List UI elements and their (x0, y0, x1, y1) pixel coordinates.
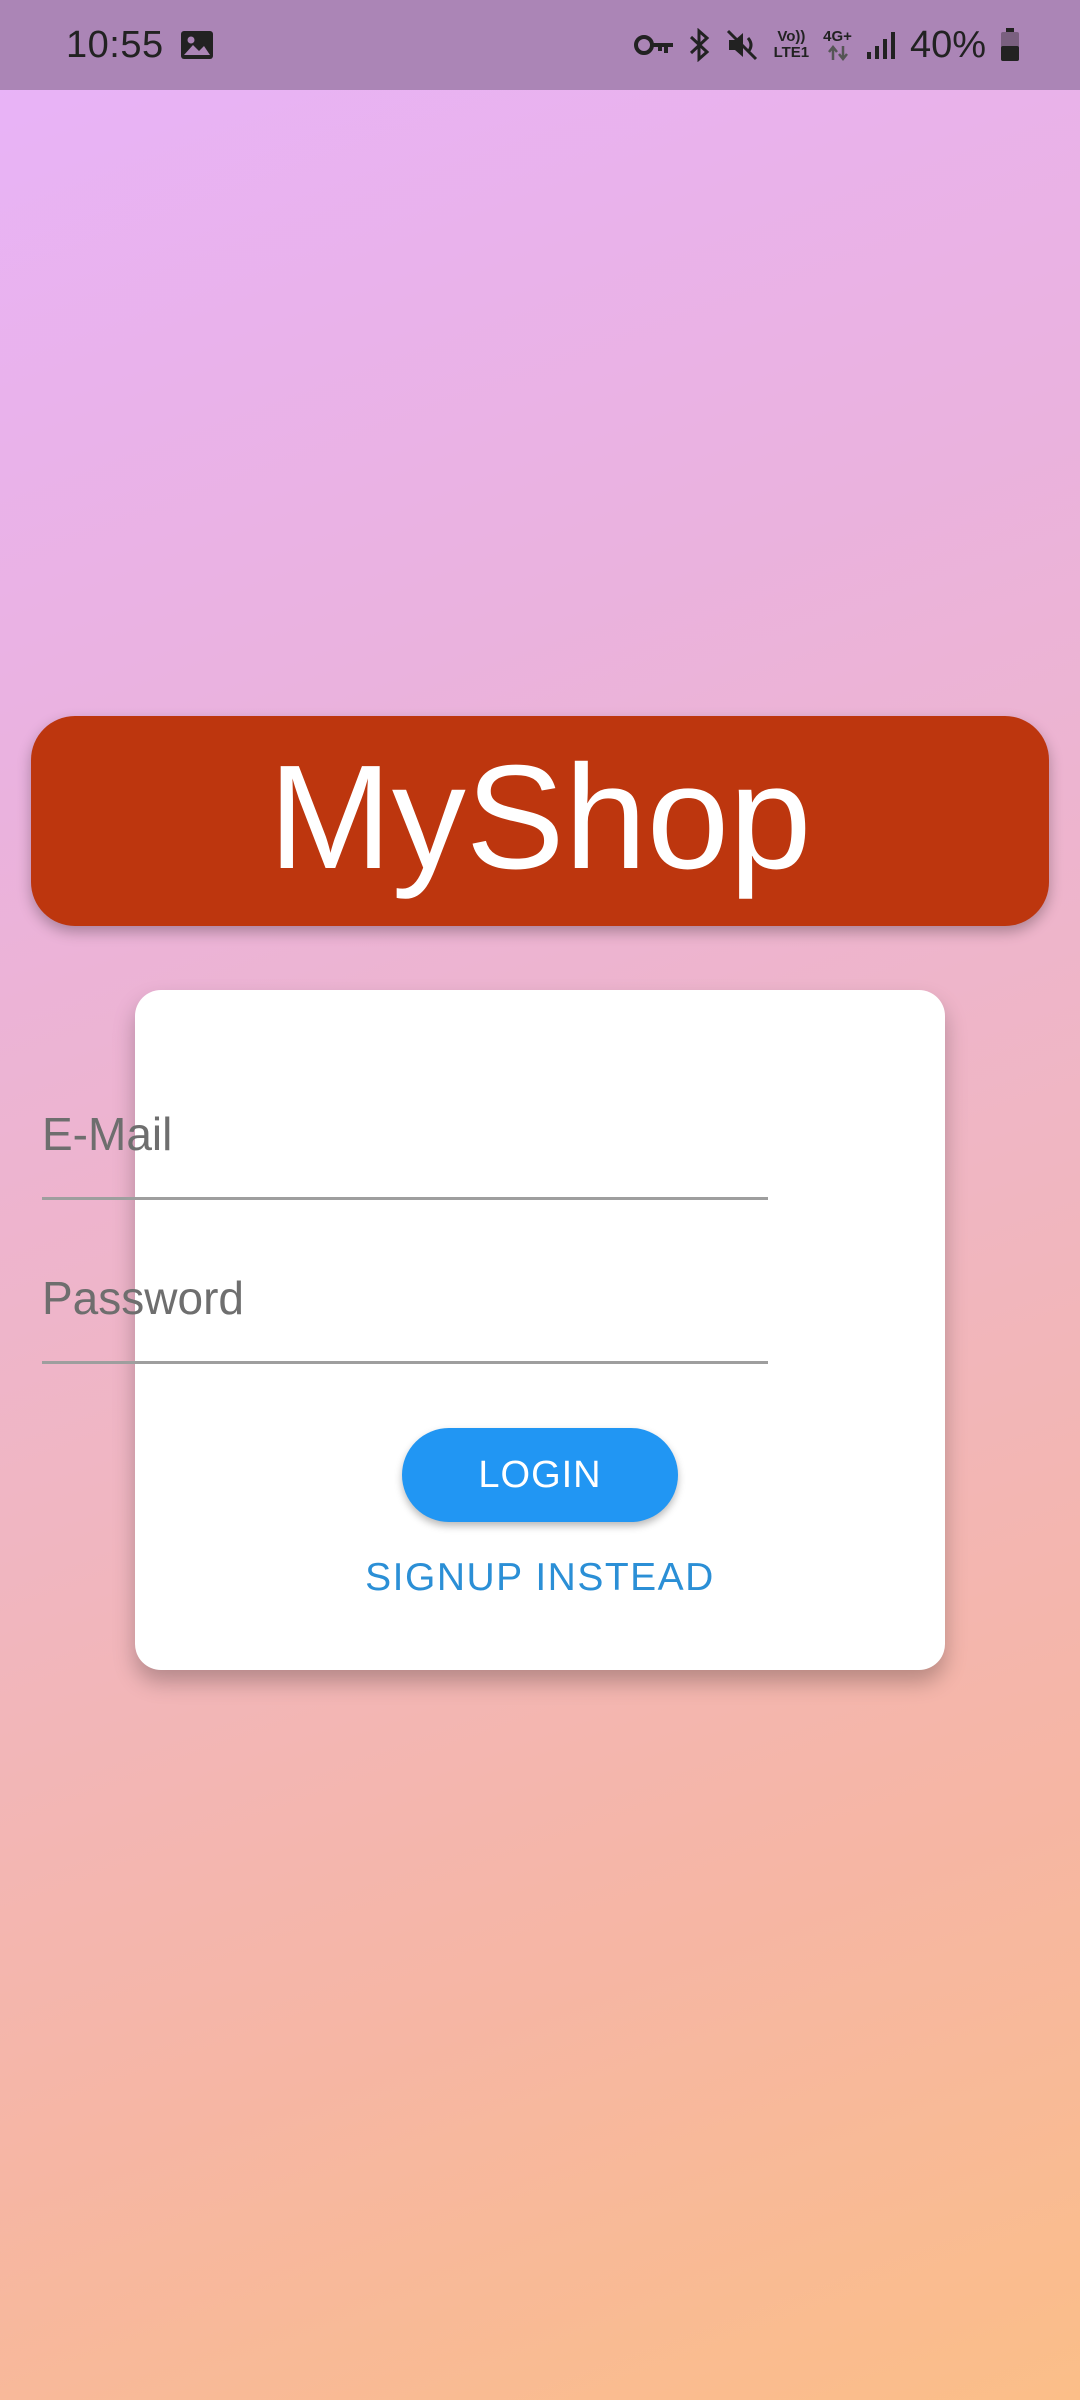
network-type-label: 4G+ (823, 28, 852, 45)
app-title: MyShop (268, 735, 812, 900)
image-icon (180, 30, 214, 60)
status-right: Vo)) LTE1 4G+ 40% (633, 23, 1020, 67)
email-field[interactable] (42, 1090, 768, 1200)
password-field[interactable] (42, 1254, 768, 1364)
password-input[interactable] (42, 1271, 768, 1325)
status-bar: 10:55 Vo)) LTE1 4G+ 40% (0, 0, 1080, 90)
status-left: 10:55 (66, 24, 214, 67)
data-arrows-icon: 4G+ (823, 29, 852, 61)
signup-instead-button[interactable]: SIGNUP INSTEAD (0, 1556, 1080, 1600)
signal-icon (866, 30, 896, 60)
volte-label-bottom: LTE1 (773, 44, 810, 61)
battery-percent: 40% (909, 23, 986, 66)
battery-icon (1000, 28, 1020, 62)
status-time: 10:55 (66, 23, 164, 66)
mute-icon (726, 29, 760, 61)
email-input[interactable] (42, 1107, 768, 1161)
volte-label-top: Vo)) (777, 28, 806, 45)
app-logo-banner: MyShop (31, 716, 1049, 926)
volte-icon: Vo)) LTE1 (774, 29, 810, 61)
vpn-key-icon (633, 33, 674, 57)
login-button[interactable]: LOGIN (402, 1428, 678, 1522)
bluetooth-icon (688, 28, 712, 62)
